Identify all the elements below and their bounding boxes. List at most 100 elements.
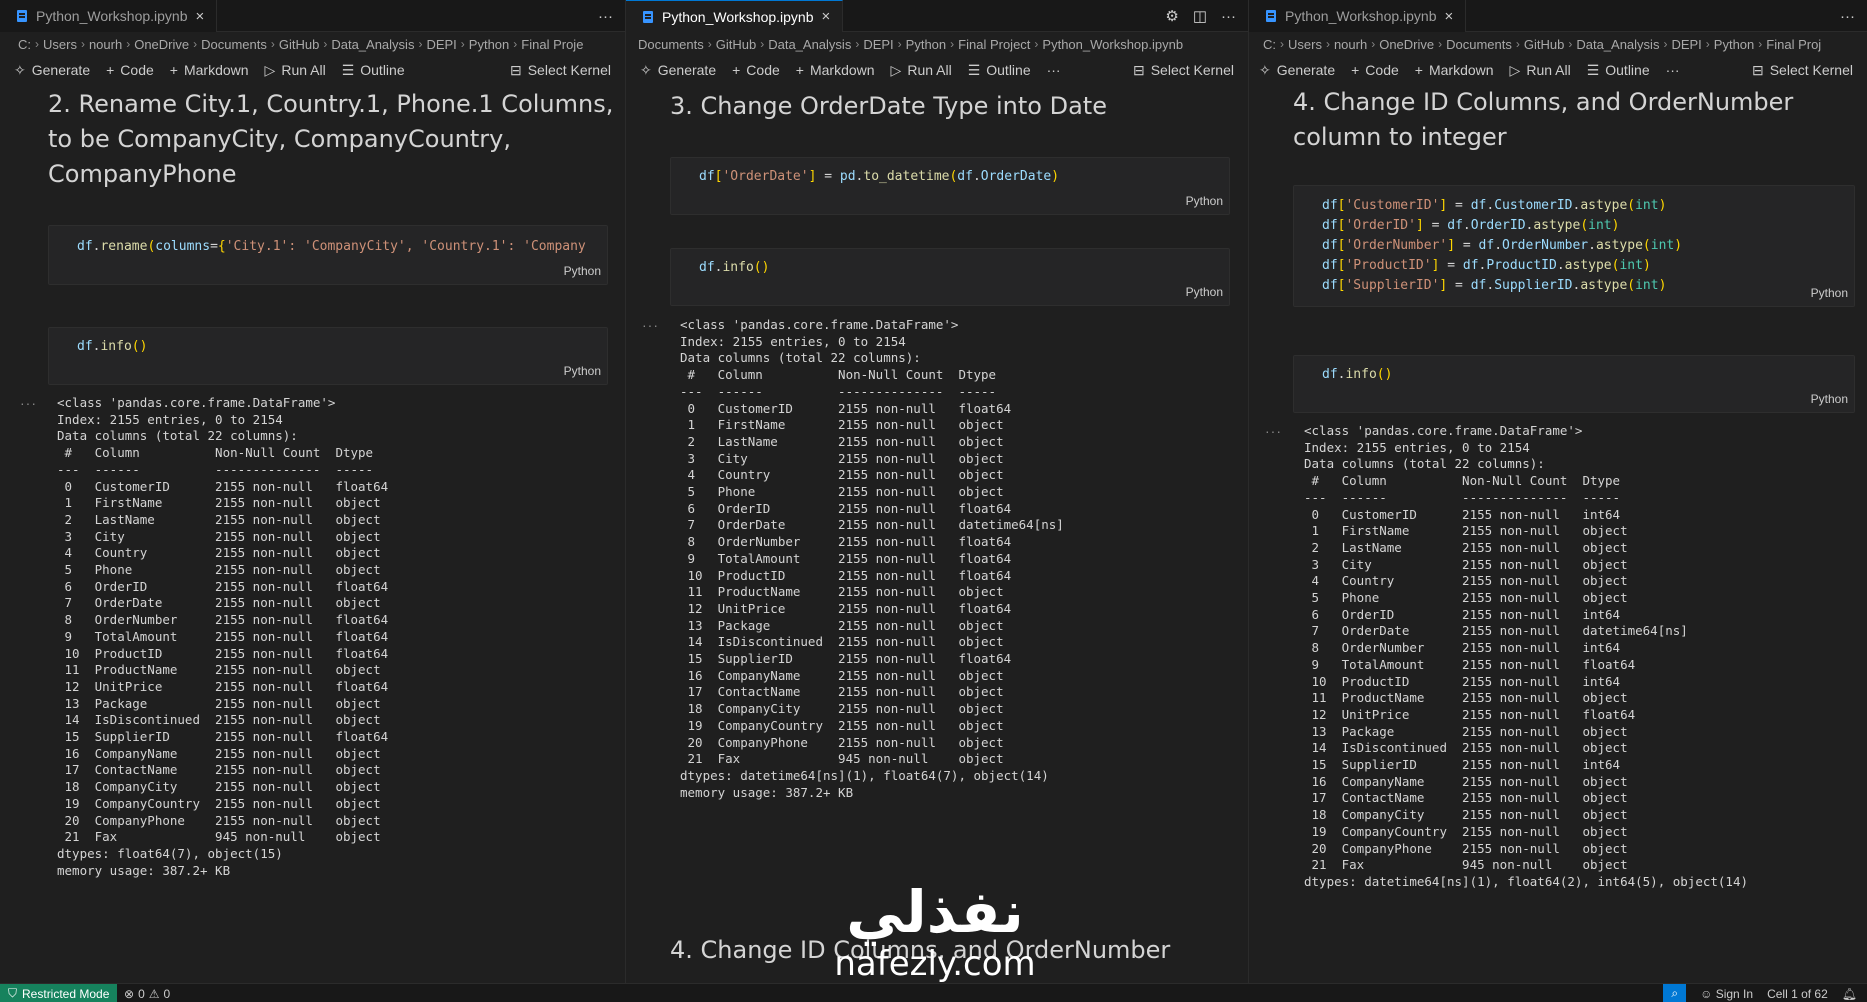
select-kernel-button[interactable]: ⊟ Select Kernel bbox=[510, 57, 611, 83]
code-cell[interactable]: df.info() Python bbox=[48, 327, 608, 385]
breadcrumb-item[interactable]: Documents bbox=[1446, 37, 1512, 52]
more-toolbar-icon[interactable]: ··· bbox=[1666, 62, 1680, 78]
add-markdown-button[interactable]: + Markdown bbox=[796, 62, 875, 78]
language-label[interactable]: Python bbox=[1186, 194, 1223, 208]
breadcrumb-item[interactable]: DEPI bbox=[863, 37, 893, 52]
output-more-icon[interactable]: ··· bbox=[642, 317, 659, 333]
add-code-button[interactable]: + Code bbox=[1351, 62, 1399, 78]
breadcrumb-item[interactable]: Data_Analysis bbox=[1576, 37, 1659, 52]
notebook-content: 4. Change ID Columns, and OrderNumber co… bbox=[1249, 85, 1867, 983]
cell-output: <class 'pandas.core.frame.DataFrame'> In… bbox=[57, 395, 389, 878]
tab-notebook[interactable]: Python_Workshop.ipynb × bbox=[1249, 0, 1467, 32]
code-line: df['OrderNumber'] = df.OrderNumber.astyp… bbox=[1322, 238, 1683, 253]
tab-bar: Python_Workshop.ipynb × ··· bbox=[1249, 0, 1867, 32]
select-kernel-button[interactable]: ⊟ Select Kernel bbox=[1752, 57, 1853, 83]
chevron-right-icon: › bbox=[323, 37, 328, 51]
tab-notebook[interactable]: Python_Workshop.ipynb × bbox=[0, 0, 218, 32]
more-actions-icon[interactable]: ··· bbox=[598, 8, 613, 25]
bell-icon[interactable]: 🔔︎ bbox=[1842, 987, 1857, 1001]
outline-button[interactable]: ☰ Outline bbox=[1587, 62, 1650, 79]
zoom-icon[interactable]: ⌕ bbox=[1663, 984, 1687, 1002]
breadcrumb-item[interactable]: C: bbox=[18, 37, 31, 52]
generate-label: Generate bbox=[657, 62, 717, 78]
chevron-right-icon: › bbox=[760, 37, 765, 51]
run-all-button[interactable]: ▷ Run All bbox=[1510, 62, 1571, 79]
add-markdown-button[interactable]: + Markdown bbox=[1415, 62, 1494, 78]
generate-button[interactable]: ✧ Generate bbox=[1259, 62, 1335, 79]
code-cell[interactable]: df.info() Python bbox=[670, 248, 1230, 306]
language-label[interactable]: Python bbox=[1186, 285, 1223, 299]
more-toolbar-icon[interactable]: ··· bbox=[1047, 62, 1061, 78]
chevron-right-icon: › bbox=[1034, 37, 1039, 51]
more-actions-icon[interactable]: ··· bbox=[1221, 8, 1236, 25]
breadcrumb-item[interactable]: Final Project bbox=[958, 37, 1030, 52]
tab-notebook[interactable]: Python_Workshop.ipynb × bbox=[626, 0, 844, 32]
breadcrumb-item[interactable]: DEPI bbox=[1671, 37, 1701, 52]
add-code-button[interactable]: + Code bbox=[106, 62, 154, 78]
watermark-logo: نفذلي nafezly.com bbox=[820, 880, 1050, 990]
breadcrumb-item[interactable]: OneDrive bbox=[134, 37, 189, 52]
markdown-heading: 4. Change ID Columns, and OrderNumber co… bbox=[1293, 88, 1794, 151]
breadcrumb-item[interactable]: OneDrive bbox=[1379, 37, 1434, 52]
breadcrumb-item[interactable]: C: bbox=[1263, 37, 1276, 52]
generate-button[interactable]: ✧ Generate bbox=[640, 62, 716, 79]
breadcrumb: C: › Users › nourh › OneDrive › Documents › GitHub… bbox=[0, 33, 625, 55]
language-label[interactable]: Python bbox=[564, 364, 601, 378]
sparkle-icon: ✧ bbox=[640, 61, 652, 78]
output-more-icon[interactable]: ··· bbox=[20, 395, 37, 411]
close-icon[interactable]: × bbox=[822, 8, 831, 25]
breadcrumb-item[interactable]: Python bbox=[469, 37, 509, 52]
split-editor-icon[interactable]: ◫ bbox=[1193, 7, 1207, 25]
breadcrumb-item[interactable]: Data_Analysis bbox=[768, 37, 851, 52]
code-cell[interactable]: df['OrderDate'] = pd.to_datetime(df.Orde… bbox=[670, 157, 1230, 215]
code-cell[interactable]: df.info() Python bbox=[1293, 355, 1855, 413]
output-more-icon[interactable]: ··· bbox=[1265, 423, 1282, 439]
account-icon: ☺ bbox=[1700, 986, 1713, 1001]
code-cell[interactable]: df['CustomerID'] = df.CustomerID.astype(… bbox=[1293, 185, 1855, 307]
close-icon[interactable]: × bbox=[1445, 8, 1454, 25]
restricted-mode-indicator[interactable]: ⛉ Restricted Mode bbox=[0, 984, 118, 1002]
breadcrumb-item[interactable]: Python bbox=[906, 37, 946, 52]
outline-button[interactable]: ☰ Outline bbox=[968, 62, 1031, 79]
cell-position[interactable]: Cell 1 of 62 bbox=[1767, 987, 1828, 1001]
breadcrumb-item[interactable]: Final Proje bbox=[521, 37, 583, 52]
more-actions-icon[interactable]: ··· bbox=[1840, 8, 1855, 25]
language-label[interactable]: Python bbox=[1811, 286, 1848, 300]
outline-button[interactable]: ☰ Outline bbox=[342, 62, 405, 79]
breadcrumb-item[interactable]: GitHub bbox=[716, 37, 756, 52]
sign-in-button[interactable]: ☺ Sign In bbox=[1700, 987, 1753, 1001]
run-all-button[interactable]: ▷ Run All bbox=[891, 62, 952, 79]
breadcrumb-item[interactable]: Python_Workshop.ipynb bbox=[1042, 37, 1183, 52]
kernel-icon: ⊟ bbox=[1132, 61, 1145, 78]
generate-button[interactable]: ✧ Generate bbox=[14, 62, 90, 79]
add-code-button[interactable]: + Code bbox=[732, 62, 780, 78]
add-markdown-button[interactable]: + Markdown bbox=[170, 62, 249, 78]
code-cell[interactable]: df.rename(columns={'City.1': 'CompanyCit… bbox=[48, 225, 608, 285]
breadcrumb-item[interactable]: Users bbox=[1288, 37, 1322, 52]
breadcrumb-item[interactable]: DEPI bbox=[426, 37, 456, 52]
run-all-label: Run All bbox=[907, 62, 952, 78]
breadcrumb-item[interactable]: Documents bbox=[201, 37, 267, 52]
select-kernel-button[interactable]: ⊟ Select Kernel bbox=[1133, 57, 1234, 83]
language-label[interactable]: Python bbox=[564, 264, 601, 278]
breadcrumb-item[interactable]: GitHub bbox=[279, 37, 319, 52]
breadcrumb-item[interactable]: Data_Analysis bbox=[331, 37, 414, 52]
error-icon: ⊗ bbox=[124, 986, 135, 1001]
breadcrumb-item[interactable]: Final Proj bbox=[1766, 37, 1821, 52]
generate-label: Generate bbox=[31, 62, 91, 78]
breadcrumb-item[interactable]: Python bbox=[1714, 37, 1754, 52]
breadcrumb-item[interactable]: Users bbox=[43, 37, 77, 52]
problems-indicator[interactable]: ⊗ 0 ⚠ 0 bbox=[124, 984, 170, 1002]
breadcrumb-item[interactable]: GitHub bbox=[1524, 37, 1564, 52]
code-line: df.rename(columns={'City.1': 'CompanyCit… bbox=[77, 239, 586, 254]
run-all-button[interactable]: ▷ Run All bbox=[265, 62, 326, 79]
breadcrumb-item[interactable]: nourh bbox=[89, 37, 122, 52]
code-line: df.info() bbox=[1322, 367, 1393, 382]
chevron-right-icon: › bbox=[950, 37, 955, 51]
breadcrumb-item[interactable]: Documents bbox=[638, 37, 704, 52]
gear-icon[interactable]: ⚙ bbox=[1165, 7, 1178, 25]
breadcrumb: Documents › GitHub › Data_Analysis › DEPI › Pyth… bbox=[626, 33, 1248, 55]
breadcrumb-item[interactable]: nourh bbox=[1334, 37, 1367, 52]
close-icon[interactable]: × bbox=[196, 8, 205, 25]
language-label[interactable]: Python bbox=[1811, 392, 1848, 406]
